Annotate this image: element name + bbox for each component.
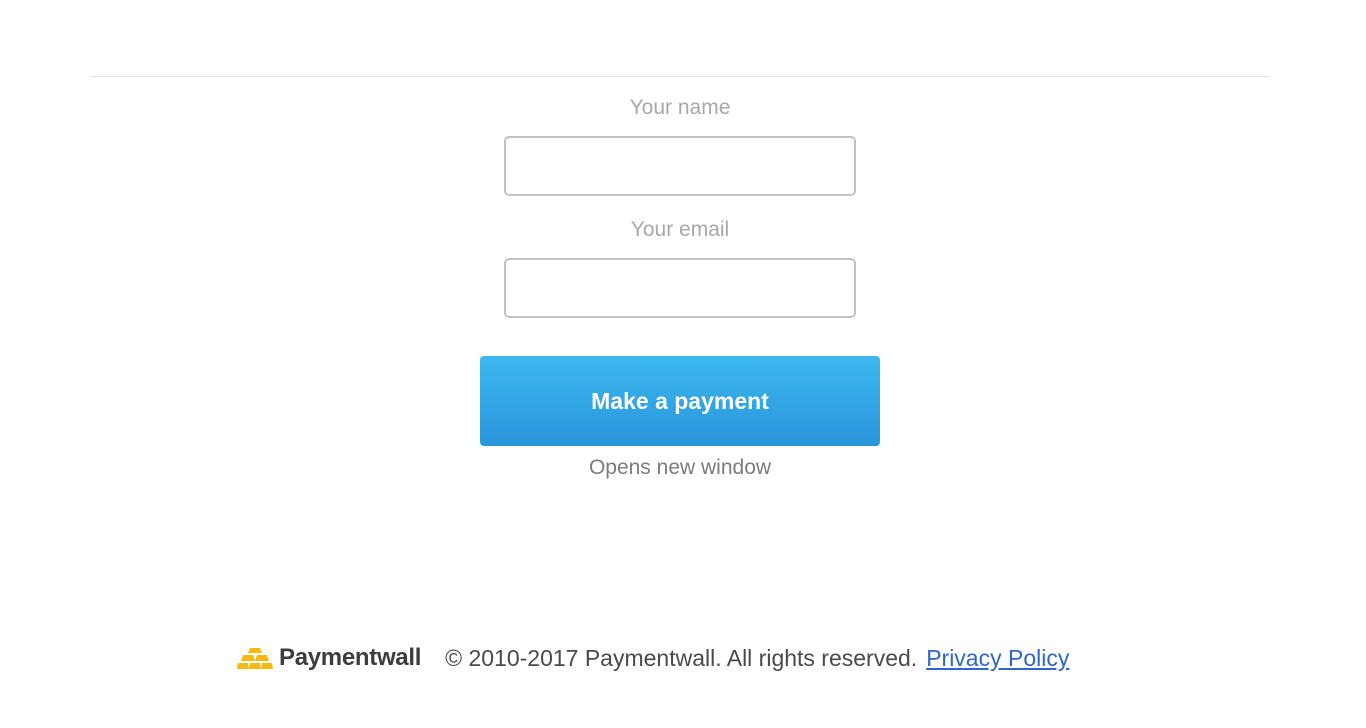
make-payment-button[interactable]: Make a payment xyxy=(480,356,880,446)
email-label: Your email xyxy=(630,218,730,241)
name-input[interactable] xyxy=(504,136,856,196)
name-label: Your name xyxy=(629,96,731,119)
gold-bars-icon xyxy=(237,648,273,669)
copyright-text: © 2010-2017 Paymentwall. All rights rese… xyxy=(445,644,918,671)
logo-text: Paymentwall xyxy=(279,644,422,671)
top-divider xyxy=(90,76,1270,77)
paymentwall-logo: Paymentwall xyxy=(237,644,421,672)
email-input[interactable] xyxy=(504,258,856,318)
footer: Paymentwall © 2010-2017 Paymentwall. All… xyxy=(237,640,1069,676)
privacy-policy-link[interactable]: Privacy Policy xyxy=(926,645,1069,672)
opens-new-window-hint: Opens new window xyxy=(588,456,772,479)
